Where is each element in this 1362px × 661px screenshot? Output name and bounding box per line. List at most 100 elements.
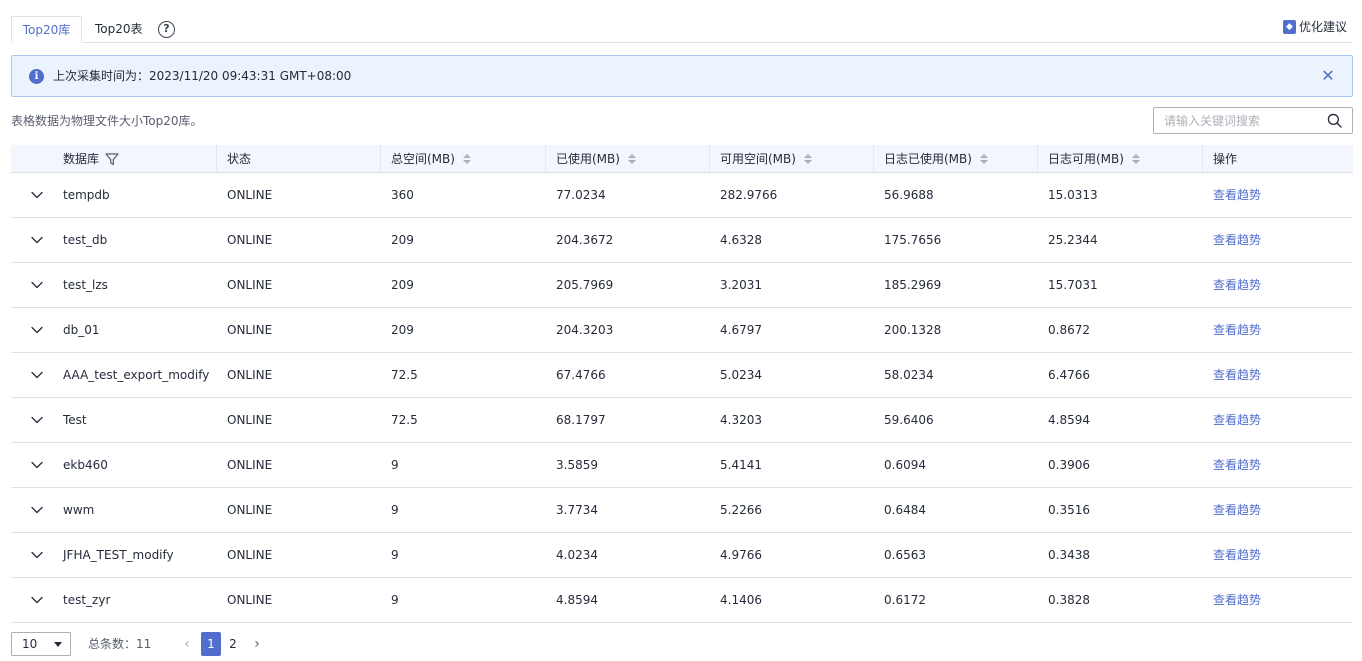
page-button-1[interactable]: 1 bbox=[201, 632, 221, 656]
table-row: JFHA_TEST_modify ONLINE 9 4.0234 4.9766 … bbox=[11, 533, 1353, 578]
column-header-label: 日志可用(MB) bbox=[1048, 152, 1124, 166]
pagination: 10 总条数：11 ‹ 1 2 › bbox=[11, 632, 411, 656]
sort-icon[interactable] bbox=[803, 154, 812, 164]
chevron-down-icon[interactable] bbox=[30, 368, 44, 382]
optimize-badge-icon: ◆ bbox=[1282, 20, 1296, 34]
sort-icon[interactable] bbox=[1131, 154, 1140, 164]
cell-database-name: tempdb bbox=[63, 188, 110, 202]
cell-status: ONLINE bbox=[227, 548, 273, 562]
search-icon[interactable] bbox=[1327, 113, 1342, 128]
cell-status: ONLINE bbox=[227, 503, 273, 517]
cell-free-space: 5.2266 bbox=[720, 503, 762, 517]
sort-icon[interactable] bbox=[462, 154, 471, 164]
column-header-free-space[interactable]: 可用空间(MB) bbox=[709, 145, 812, 173]
optimize-suggestion-label: 优化建议 bbox=[1298, 20, 1347, 34]
column-header-log-free[interactable]: 日志可用(MB) bbox=[1037, 145, 1140, 173]
sort-icon[interactable] bbox=[627, 154, 636, 164]
caret-down-icon bbox=[54, 642, 62, 647]
cell-free-space: 5.4141 bbox=[720, 458, 762, 472]
cell-log-free: 0.3438 bbox=[1048, 548, 1090, 562]
view-trend-link[interactable]: 查看趋势 bbox=[1202, 173, 1261, 218]
cell-log-used: 58.0234 bbox=[884, 368, 934, 382]
column-header-actions: 操作 bbox=[1202, 145, 1237, 173]
cell-log-free: 15.0313 bbox=[1048, 188, 1098, 202]
cell-log-free: 0.3906 bbox=[1048, 458, 1090, 472]
cell-status: ONLINE bbox=[227, 593, 273, 607]
table-row: tempdb ONLINE 360 77.0234 282.9766 56.96… bbox=[11, 173, 1353, 218]
column-header-label: 已使用(MB) bbox=[556, 152, 620, 166]
cell-total-space: 209 bbox=[391, 233, 414, 247]
cell-used: 204.3672 bbox=[556, 233, 614, 247]
cell-database-name: ekb460 bbox=[63, 458, 108, 472]
view-trend-link[interactable]: 查看趋势 bbox=[1202, 533, 1261, 578]
cell-total-space: 9 bbox=[391, 458, 399, 472]
cell-total-space: 9 bbox=[391, 548, 399, 562]
cell-log-used: 185.2969 bbox=[884, 278, 942, 292]
table-row: wwm ONLINE 9 3.7734 5.2266 0.6484 0.3516… bbox=[11, 488, 1353, 533]
sort-icon[interactable] bbox=[979, 154, 988, 164]
page-button-2[interactable]: 2 bbox=[223, 632, 243, 656]
column-header-log-used[interactable]: 日志已使用(MB) bbox=[873, 145, 988, 173]
page-size-select[interactable]: 10 bbox=[11, 632, 71, 656]
cell-used: 4.8594 bbox=[556, 593, 598, 607]
view-trend-link[interactable]: 查看趋势 bbox=[1202, 398, 1261, 443]
table-caption: 表格数据为物理文件大小Top20库。 bbox=[11, 114, 203, 128]
filter-icon[interactable] bbox=[105, 152, 119, 166]
cell-total-space: 360 bbox=[391, 188, 414, 202]
cell-log-free: 0.3828 bbox=[1048, 593, 1090, 607]
column-header-label: 数据库 bbox=[63, 152, 100, 166]
cell-used: 3.7734 bbox=[556, 503, 598, 517]
view-trend-link[interactable]: 查看趋势 bbox=[1202, 308, 1261, 353]
view-trend-link[interactable]: 查看趋势 bbox=[1202, 353, 1261, 398]
cell-database-name: JFHA_TEST_modify bbox=[63, 548, 174, 562]
chevron-down-icon[interactable] bbox=[30, 593, 44, 607]
chevron-down-icon[interactable] bbox=[30, 188, 44, 202]
tab-top20-databases[interactable]: Top20库 bbox=[11, 16, 82, 43]
column-header-total-space[interactable]: 总空间(MB) bbox=[380, 145, 471, 173]
cell-total-space: 72.5 bbox=[391, 368, 418, 382]
table-row: test_db ONLINE 209 204.3672 4.6328 175.7… bbox=[11, 218, 1353, 263]
column-header-used[interactable]: 已使用(MB) bbox=[545, 145, 636, 173]
chevron-down-icon[interactable] bbox=[30, 503, 44, 517]
cell-log-used: 0.6484 bbox=[884, 503, 926, 517]
cell-log-free: 0.8672 bbox=[1048, 323, 1090, 337]
view-trend-link[interactable]: 查看趋势 bbox=[1202, 218, 1261, 263]
close-icon[interactable]: ✕ bbox=[1320, 66, 1336, 86]
cell-total-space: 72.5 bbox=[391, 413, 418, 427]
cell-status: ONLINE bbox=[227, 458, 273, 472]
chevron-down-icon[interactable] bbox=[30, 278, 44, 292]
tab-top20-tables[interactable]: Top20表 bbox=[95, 16, 143, 43]
cell-log-used: 0.6172 bbox=[884, 593, 926, 607]
cell-log-used: 200.1328 bbox=[884, 323, 942, 337]
chevron-down-icon[interactable] bbox=[30, 323, 44, 337]
view-trend-link[interactable]: 查看趋势 bbox=[1202, 488, 1261, 533]
total-count: 总条数：11 bbox=[88, 637, 152, 651]
table-row: db_01 ONLINE 209 204.3203 4.6797 200.132… bbox=[11, 308, 1353, 353]
cell-database-name: test_zyr bbox=[63, 593, 111, 607]
chevron-right-icon[interactable]: › bbox=[249, 632, 265, 656]
column-header-label: 操作 bbox=[1213, 152, 1238, 166]
chevron-left-icon[interactable]: ‹ bbox=[179, 632, 195, 656]
cell-database-name: AAA_test_export_modify bbox=[63, 368, 210, 382]
table-header: 数据库 状态 总空间(MB) 已使用(MB) 可用空间(MB) 日志已使用(MB… bbox=[11, 145, 1353, 173]
chevron-down-icon[interactable] bbox=[30, 413, 44, 427]
chevron-down-icon[interactable] bbox=[30, 548, 44, 562]
question-circle-icon[interactable]: ? bbox=[158, 21, 175, 38]
table-row: AAA_test_export_modify ONLINE 72.5 67.47… bbox=[11, 353, 1353, 398]
optimize-suggestion-button[interactable]: ◆ 优化建议 bbox=[1282, 18, 1347, 36]
view-trend-link[interactable]: 查看趋势 bbox=[1202, 263, 1261, 308]
cell-status: ONLINE bbox=[227, 188, 273, 202]
cell-database-name: db_01 bbox=[63, 323, 100, 337]
view-trend-link[interactable]: 查看趋势 bbox=[1202, 443, 1261, 488]
cell-log-free: 4.8594 bbox=[1048, 413, 1090, 427]
chevron-down-icon[interactable] bbox=[30, 458, 44, 472]
cell-free-space: 5.0234 bbox=[720, 368, 762, 382]
cell-total-space: 209 bbox=[391, 323, 414, 337]
view-trend-link[interactable]: 查看趋势 bbox=[1202, 578, 1261, 623]
cell-free-space: 4.6797 bbox=[720, 323, 762, 337]
chevron-down-icon[interactable] bbox=[30, 233, 44, 247]
tab-bar: Top20库 Top20表 ? ◆ 优化建议 bbox=[11, 16, 1352, 43]
search-input[interactable] bbox=[1154, 108, 1322, 133]
cell-log-used: 0.6563 bbox=[884, 548, 926, 562]
cell-used: 204.3203 bbox=[556, 323, 614, 337]
